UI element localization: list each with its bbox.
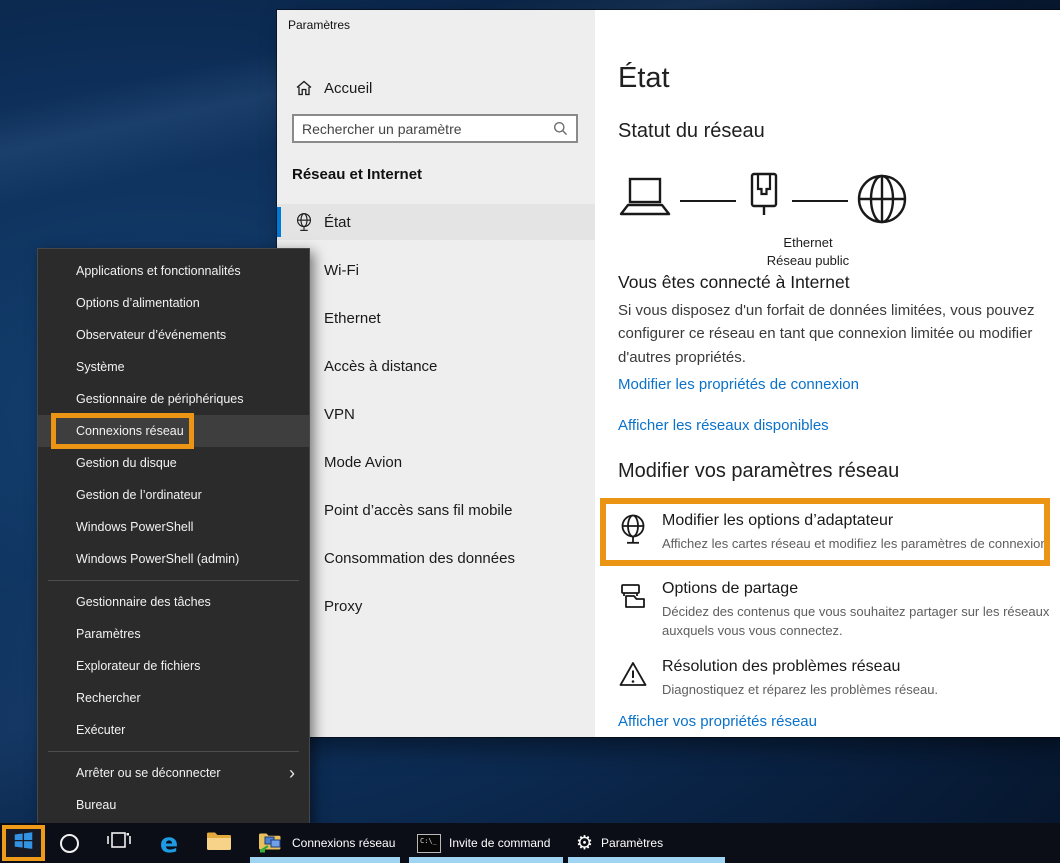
taskbar-active-indicator — [409, 857, 563, 863]
winx-item-powershell[interactable]: Windows PowerShell — [38, 511, 309, 543]
search-input[interactable] — [294, 121, 553, 137]
option-description: Décidez des contenus que vous souhaitez … — [662, 603, 1060, 641]
command-prompt-icon: C:\_ — [417, 834, 441, 853]
settings-window: Paramètres Accueil Réseau et Internet Ét… — [277, 10, 1060, 737]
home-icon — [295, 78, 313, 98]
option-sharing[interactable]: Options de partage Décidez des contenus … — [618, 580, 1060, 641]
connected-heading: Vous êtes connecté à Internet — [618, 272, 850, 293]
winx-item-run[interactable]: Exécuter — [38, 714, 309, 746]
file-explorer-button[interactable] — [200, 823, 238, 863]
sharing-options-icon — [618, 580, 648, 641]
sidebar-item-ethernet[interactable]: Ethernet — [277, 300, 595, 336]
search-icon[interactable] — [553, 121, 568, 136]
sidebar-section-title: Réseau et Internet — [292, 166, 422, 183]
sidebar-item-acces-distance[interactable]: Accès à distance — [277, 348, 595, 384]
sidebar-item-label: État — [324, 214, 351, 231]
status-heading: Statut du réseau — [618, 120, 765, 143]
sidebar-item-vpn[interactable]: VPN — [277, 396, 595, 432]
connection-label: Ethernet Réseau public — [713, 234, 903, 269]
winx-item-event-viewer[interactable]: Observateur d’événements — [38, 319, 309, 351]
network-adapter-icon — [295, 212, 313, 232]
winx-item-device-manager[interactable]: Gestionnaire de périphériques — [38, 383, 309, 415]
settings-main: État Statut du réseau Ethernet — [595, 10, 1060, 737]
option-title: Options de partage — [662, 580, 1060, 598]
menu-separator — [48, 751, 299, 752]
option-adapter-settings[interactable]: Modifier les options d’adaptateur Affich… — [618, 512, 1051, 554]
ethernet-icon — [744, 171, 784, 232]
menu-separator — [48, 580, 299, 581]
winx-menu: Applications et fonctionnalités Options … — [37, 248, 310, 828]
connection-line — [792, 200, 848, 202]
network-connections-icon — [258, 830, 284, 857]
globe-icon — [855, 172, 909, 231]
chevron-right-icon: › — [289, 764, 295, 782]
settings-search — [292, 114, 578, 143]
option-title: Résolution des problèmes réseau — [662, 658, 938, 676]
sidebar-item-mode-avion[interactable]: Mode Avion — [277, 444, 595, 480]
winx-item-network-connections[interactable]: Connexions réseau — [38, 415, 309, 447]
cortana-icon — [60, 834, 79, 853]
window-title: Paramètres — [288, 18, 350, 32]
sidebar-item-label: Accueil — [324, 80, 372, 97]
connection-type: Réseau public — [713, 252, 903, 270]
link-change-connection-properties[interactable]: Modifier les propriétés de connexion — [618, 376, 859, 393]
link-show-available-networks[interactable]: Afficher les réseaux disponibles — [618, 417, 829, 434]
winx-item-task-manager[interactable]: Gestionnaire des tâches — [38, 586, 309, 618]
winx-item-file-explorer[interactable]: Explorateur de fichiers — [38, 650, 309, 682]
task-view-icon — [106, 831, 132, 856]
task-view-button[interactable] — [102, 823, 136, 863]
taskbar: e Connexions réseau C:\_ Invite de comma… — [0, 823, 1060, 863]
gear-icon: ⚙ — [576, 834, 593, 853]
winx-item-computer-management[interactable]: Gestion de l’ordinateur — [38, 479, 309, 511]
taskbar-active-indicator — [250, 857, 400, 863]
sidebar-item-wifi[interactable]: Wi-Fi — [277, 252, 595, 288]
network-status-diagram: Ethernet Réseau public — [617, 170, 909, 232]
winx-item-disk-management[interactable]: Gestion du disque — [38, 447, 309, 479]
connection-name: Ethernet — [713, 234, 903, 252]
sidebar-item-hotspot[interactable]: Point d’accès sans fil mobile — [277, 492, 595, 528]
laptop-icon — [617, 175, 673, 228]
change-settings-heading: Modifier vos paramètres réseau — [618, 460, 899, 483]
desktop: Paramètres Accueil Réseau et Internet Ét… — [0, 0, 1060, 863]
taskbar-app-label: Paramètres — [601, 836, 663, 850]
edge-button[interactable]: e — [150, 823, 188, 863]
warning-triangle-icon — [618, 658, 648, 700]
connected-description: Si vous disposez d'un forfait de données… — [618, 299, 1060, 369]
option-description: Diagnostiquez et réparez les problèmes r… — [662, 681, 938, 700]
link-view-network-properties[interactable]: Afficher vos propriétés réseau — [618, 713, 817, 730]
winx-item-shutdown[interactable]: Arrêter ou se déconnecter › — [38, 757, 309, 789]
winx-item-apps-features[interactable]: Applications et fonctionnalités — [38, 255, 309, 287]
start-button[interactable] — [2, 825, 45, 861]
sidebar-item-home[interactable]: Accueil — [277, 70, 595, 106]
winx-item-system[interactable]: Système — [38, 351, 309, 383]
winx-item-search[interactable]: Rechercher — [38, 682, 309, 714]
winx-item-desktop[interactable]: Bureau — [38, 789, 309, 821]
winx-item-power-options[interactable]: Options d’alimentation — [38, 287, 309, 319]
taskbar-app-label: Connexions réseau — [292, 836, 395, 850]
sidebar-item-data-usage[interactable]: Consommation des données — [277, 540, 595, 576]
network-adapter-icon — [618, 512, 648, 554]
sidebar-item-etat[interactable]: État — [277, 204, 595, 240]
settings-sidebar: Paramètres Accueil Réseau et Internet Ét… — [277, 10, 595, 737]
taskbar-app-label: Invite de command — [449, 836, 550, 850]
edge-icon: e — [160, 830, 178, 857]
windows-logo-icon — [13, 830, 34, 856]
sidebar-item-proxy[interactable]: Proxy — [277, 588, 595, 624]
option-description: Affichez les cartes réseau et modifiez l… — [662, 535, 1051, 554]
winx-item-powershell-admin[interactable]: Windows PowerShell (admin) — [38, 543, 309, 575]
page-title: État — [618, 62, 670, 95]
option-troubleshoot[interactable]: Résolution des problèmes réseau Diagnost… — [618, 658, 938, 700]
connection-line — [680, 200, 736, 202]
winx-item-settings[interactable]: Paramètres — [38, 618, 309, 650]
cortana-button[interactable] — [55, 823, 83, 863]
option-title: Modifier les options d’adaptateur — [662, 512, 1051, 530]
folder-icon — [206, 830, 232, 857]
taskbar-active-indicator — [568, 857, 725, 863]
